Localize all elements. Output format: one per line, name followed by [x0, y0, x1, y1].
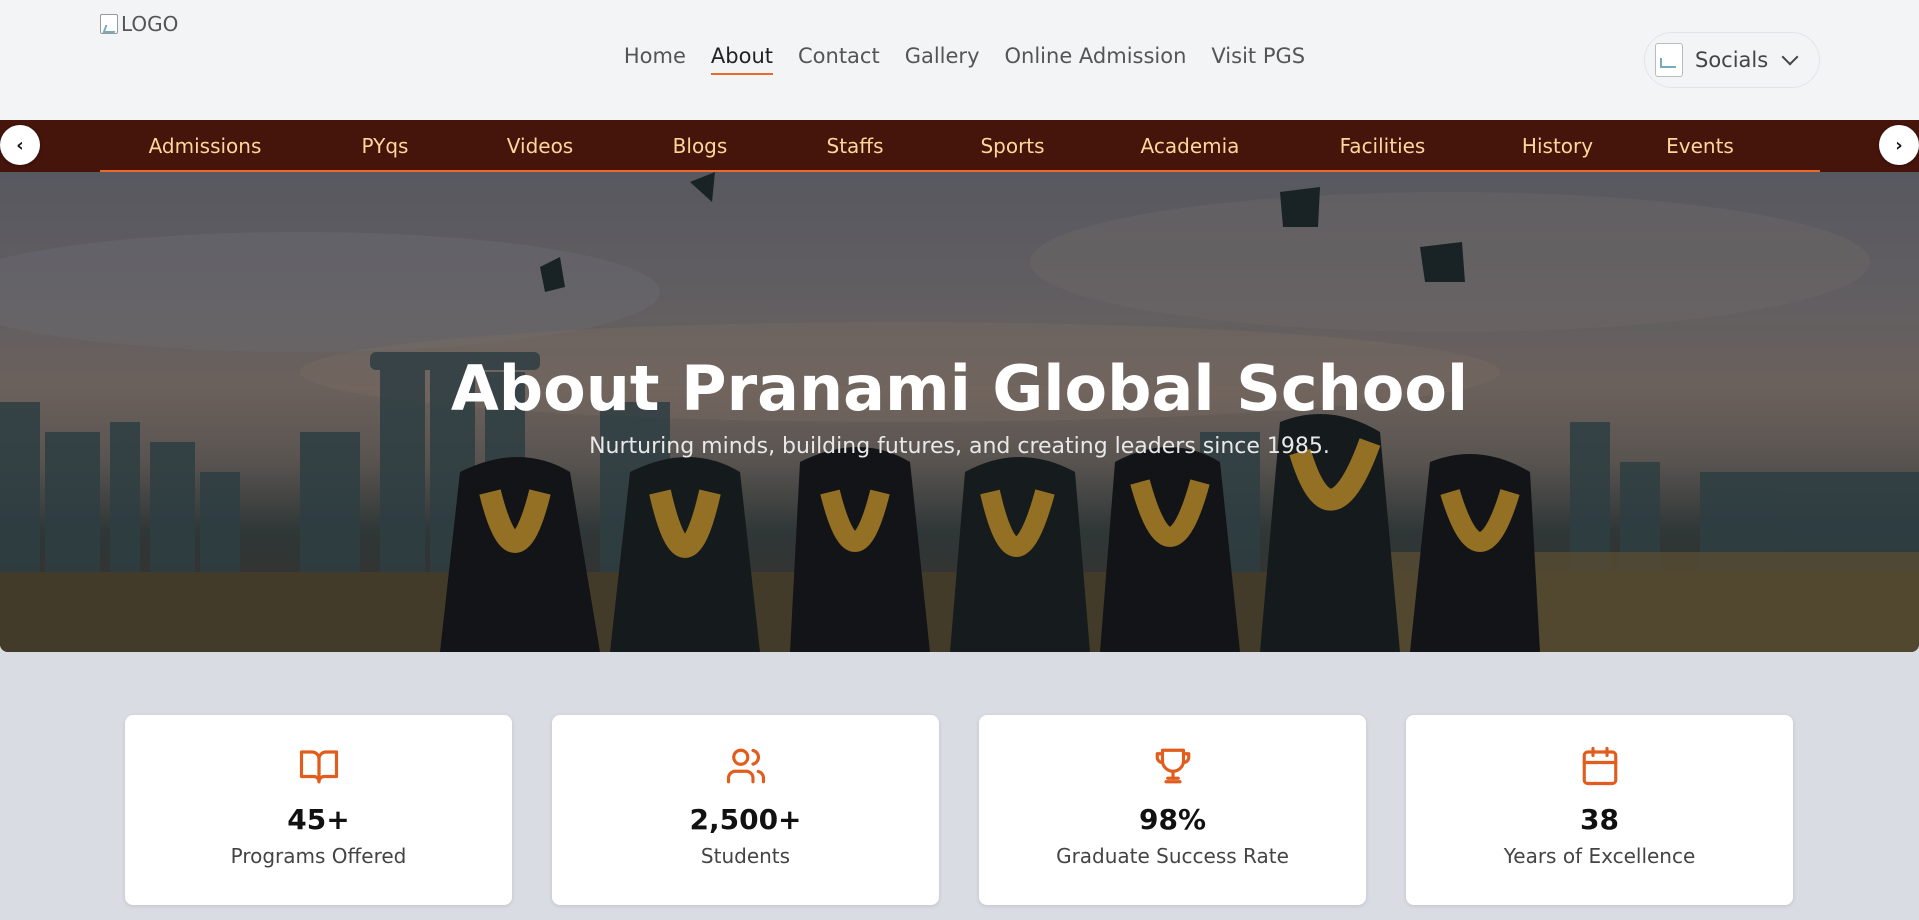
hero-title: About Pranami Global School: [450, 352, 1469, 425]
broken-image-icon: [100, 14, 118, 34]
secondary-nav: Admissions PYqs Videos Blogs Staffs Spor…: [0, 120, 1919, 174]
stat-label: Years of Excellence: [1503, 844, 1696, 868]
chevron-down-icon: [1781, 48, 1799, 66]
scroll-right-button[interactable]: ›: [1879, 125, 1919, 165]
top-header: LOGO Home About Contact Gallery Online A…: [0, 0, 1919, 120]
nav-about[interactable]: About: [710, 44, 773, 75]
subnav-item-pyqs[interactable]: PYqs: [310, 120, 460, 172]
stats-section: 45+ Programs Offered 2,500+ Students 98%…: [125, 715, 1795, 905]
subnav-item-academia[interactable]: Academia: [1095, 120, 1285, 172]
nav-online-admission[interactable]: Online Admission: [1005, 44, 1187, 75]
secondary-nav-track: Admissions PYqs Videos Blogs Staffs Spor…: [100, 120, 1820, 174]
logo-alt-text: LOGO: [121, 12, 179, 36]
nav-gallery[interactable]: Gallery: [905, 44, 980, 75]
stat-value: 2,500+: [689, 803, 802, 836]
socials-avatar: [1655, 43, 1683, 77]
socials-label: Socials: [1695, 48, 1769, 72]
subnav-item-sports[interactable]: Sports: [930, 120, 1095, 172]
trophy-icon: [1155, 748, 1190, 784]
subnav-item-blogs[interactable]: Blogs: [620, 120, 780, 172]
scroll-left-button[interactable]: ‹: [0, 125, 40, 165]
nav-home[interactable]: Home: [624, 44, 686, 75]
logo[interactable]: LOGO: [100, 12, 178, 36]
hero-subtitle: Nurturing minds, building futures, and c…: [589, 434, 1330, 459]
stat-label: Graduate Success Rate: [1056, 844, 1289, 868]
calendar-icon: [1582, 746, 1617, 786]
stat-card: 38 Years of Excellence: [1406, 715, 1793, 905]
subnav-item-admissions[interactable]: Admissions: [100, 120, 310, 172]
subnav-item-facilities[interactable]: Facilities: [1285, 120, 1480, 172]
stat-card: 45+ Programs Offered: [125, 715, 512, 905]
stat-value: 45+: [287, 803, 350, 836]
nav-contact[interactable]: Contact: [798, 44, 880, 75]
stat-label: Programs Offered: [230, 844, 407, 868]
users-icon: [726, 748, 765, 784]
stat-value: 98%: [1138, 803, 1207, 836]
subnav-item-staffs[interactable]: Staffs: [780, 120, 930, 172]
main-nav: Home About Contact Gallery Online Admiss…: [0, 44, 1919, 75]
subnav-item-events[interactable]: Events: [1635, 120, 1765, 174]
stat-label: Students: [700, 844, 791, 868]
hero-banner: About Pranami Global School Nurturing mi…: [0, 172, 1919, 652]
nav-visit-pgs[interactable]: Visit PGS: [1211, 44, 1305, 75]
stat-value: 38: [1580, 803, 1619, 836]
book-icon: [299, 750, 338, 784]
subnav-item-videos[interactable]: Videos: [460, 120, 620, 172]
stat-card: 98% Graduate Success Rate: [979, 715, 1366, 905]
socials-dropdown[interactable]: Socials: [1644, 32, 1820, 88]
stat-card: 2,500+ Students: [552, 715, 939, 905]
subnav-item-history[interactable]: History: [1480, 120, 1635, 172]
